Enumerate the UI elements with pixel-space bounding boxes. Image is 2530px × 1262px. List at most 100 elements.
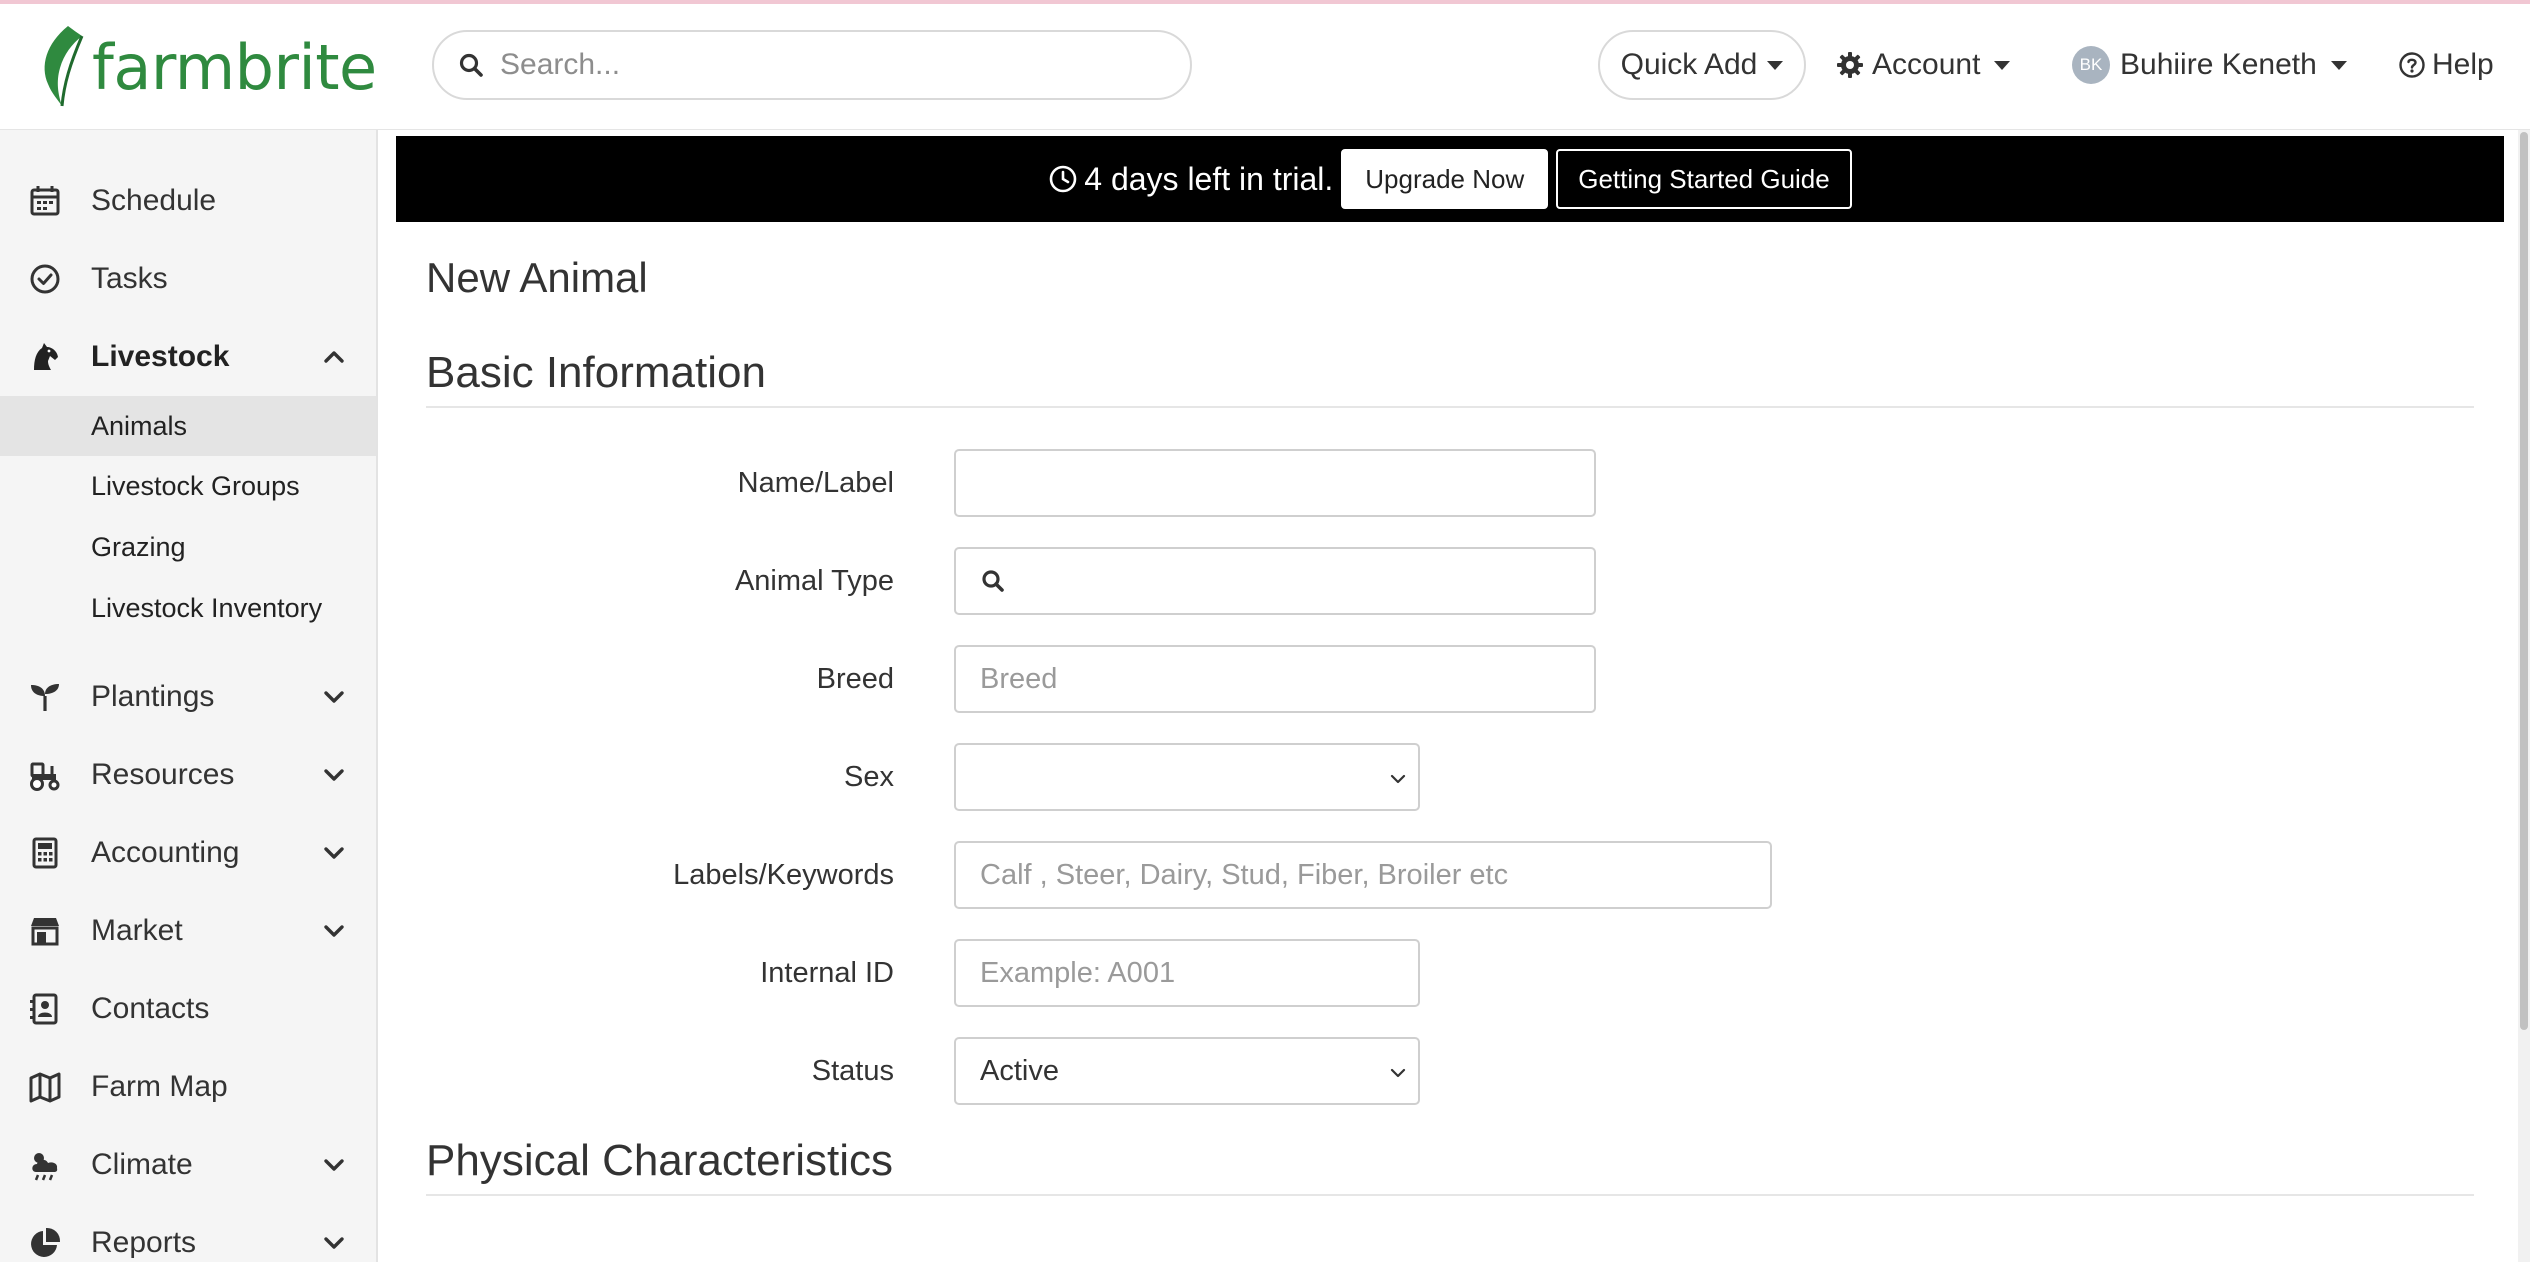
sidebar: Schedule Tasks Livestock Animals Livesto… xyxy=(0,130,378,1262)
name-label-field[interactable] xyxy=(954,449,1596,517)
page-scrollbar-thumb[interactable] xyxy=(2520,132,2528,1030)
quick-add-label: Quick Add xyxy=(1620,48,1758,81)
sidebar-item-label: Farm Map xyxy=(91,1070,228,1103)
sidebar-item-label: Tasks xyxy=(91,262,168,295)
address-book-icon xyxy=(28,992,62,1026)
chevron-up-icon xyxy=(324,351,344,363)
sidebar-subitem-livestock-groups[interactable]: Livestock Groups xyxy=(0,456,376,516)
upgrade-now-button[interactable]: Upgrade Now xyxy=(1341,149,1549,209)
search-icon xyxy=(982,570,1004,592)
tractor-icon xyxy=(28,758,62,792)
sidebar-subitem-label: Livestock Groups xyxy=(91,470,300,501)
sex-label: Sex xyxy=(844,761,894,793)
sidebar-subitem-label: Animals xyxy=(91,410,188,441)
help-label: Help xyxy=(2432,48,2494,81)
chevron-down-icon xyxy=(324,847,344,859)
sidebar-item-label: Livestock xyxy=(91,340,230,373)
breed-label: Breed xyxy=(816,663,894,695)
top-header: farmbrite Quick Add Accou xyxy=(0,4,2530,130)
search-icon xyxy=(459,53,483,77)
animal-type-label: Animal Type xyxy=(734,565,894,597)
chevron-down-icon xyxy=(324,1237,344,1249)
sidebar-item-label: Accounting xyxy=(91,836,240,869)
status-label: Status xyxy=(811,1055,894,1087)
user-menu[interactable]: BK Buhiire Keneth xyxy=(2072,30,2347,100)
name-label-label: Name/Label xyxy=(737,467,894,499)
sidebar-item-label: Resources xyxy=(91,758,235,791)
section-title-basic-information: Basic Information xyxy=(426,348,766,397)
chevron-down-icon xyxy=(1390,1068,1406,1078)
sidebar-subitem-livestock-inventory[interactable]: Livestock Inventory xyxy=(0,578,376,638)
leaf-logo-icon xyxy=(44,26,84,107)
sidebar-item-livestock[interactable]: Livestock xyxy=(0,318,376,396)
status-select[interactable]: Active xyxy=(954,1037,1420,1105)
avatar: BK xyxy=(2072,46,2110,84)
sidebar-item-label: Plantings xyxy=(91,680,215,713)
account-menu[interactable]: Account xyxy=(1836,30,2011,100)
labels-keywords-field[interactable]: Calf , Steer, Dairy, Stud, Fiber, Broile… xyxy=(954,841,1772,909)
sidebar-item-label: Schedule xyxy=(91,184,217,217)
chevron-down-icon xyxy=(324,925,344,937)
cloud-sun-rain-icon xyxy=(28,1148,62,1182)
map-icon xyxy=(28,1070,62,1104)
account-label: Account xyxy=(1872,48,1981,81)
chevron-down-icon xyxy=(1390,774,1406,784)
sidebar-item-tasks[interactable]: Tasks xyxy=(0,240,376,318)
getting-started-guide-button[interactable]: Getting Started Guide xyxy=(1556,149,1852,209)
status-value: Active xyxy=(980,1054,1059,1087)
sidebar-item-label: Market xyxy=(91,914,183,947)
internal-id-field[interactable]: Example: A001 xyxy=(954,939,1420,1007)
user-name: Buhiire Keneth xyxy=(2120,48,2317,81)
sidebar-item-plantings[interactable]: Plantings xyxy=(0,658,376,736)
sidebar-item-label: Climate xyxy=(91,1148,193,1181)
caret-down-icon xyxy=(1767,60,1784,70)
trial-banner: 4 days left in trial. Upgrade Now Gettin… xyxy=(396,136,2504,222)
sex-select[interactable] xyxy=(954,743,1420,811)
sidebar-item-farm-map[interactable]: Farm Map xyxy=(0,1048,376,1126)
labels-keywords-label: Labels/Keywords xyxy=(673,859,894,891)
calculator-icon xyxy=(28,836,62,870)
global-search[interactable] xyxy=(432,30,1192,100)
section-divider xyxy=(426,1194,2474,1196)
sidebar-item-resources[interactable]: Resources xyxy=(0,736,376,814)
sidebar-subitem-grazing[interactable]: Grazing xyxy=(0,517,376,577)
quick-add-button[interactable]: Quick Add xyxy=(1598,30,1806,100)
search-input[interactable] xyxy=(500,48,1140,82)
check-circle-icon xyxy=(28,262,62,296)
sidebar-item-label: Contacts xyxy=(91,992,210,1025)
sidebar-item-climate[interactable]: Climate xyxy=(0,1126,376,1204)
page-title: New Animal xyxy=(426,254,648,301)
store-icon xyxy=(28,914,62,948)
breed-field[interactable]: Breed xyxy=(954,645,1596,713)
help-link[interactable]: Help xyxy=(2398,30,2494,100)
sidebar-subitem-animals[interactable]: Animals xyxy=(0,396,376,456)
chevron-down-icon xyxy=(324,691,344,703)
seedling-icon xyxy=(28,680,62,714)
chart-pie-icon xyxy=(28,1226,62,1260)
sidebar-item-accounting[interactable]: Accounting xyxy=(0,814,376,892)
animal-type-field[interactable] xyxy=(954,547,1596,615)
sidebar-item-contacts[interactable]: Contacts xyxy=(0,970,376,1048)
sidebar-subitem-label: Grazing xyxy=(91,531,186,562)
sidebar-item-market[interactable]: Market xyxy=(0,892,376,970)
sidebar-item-reports[interactable]: Reports xyxy=(0,1204,376,1262)
sidebar-item-schedule[interactable]: Schedule xyxy=(0,162,376,240)
farmbrite-logo[interactable]: farmbrite xyxy=(38,24,377,110)
breed-placeholder: Breed xyxy=(980,662,1058,695)
section-title-physical-characteristics: Physical Characteristics xyxy=(426,1136,894,1185)
gear-icon xyxy=(1837,52,1863,78)
chevron-down-icon xyxy=(324,1159,344,1171)
internal-id-label: Internal ID xyxy=(760,957,894,989)
logo-text-farm: farm xyxy=(92,30,235,104)
labels-keywords-placeholder: Calf , Steer, Dairy, Stud, Fiber, Broile… xyxy=(980,858,1509,891)
caret-down-icon xyxy=(1994,60,2011,70)
chevron-down-icon xyxy=(324,769,344,781)
logo-text-brite: brite xyxy=(234,30,378,104)
internal-id-placeholder: Example: A001 xyxy=(980,956,1176,989)
trial-message: 4 days left in trial. xyxy=(1048,161,1333,198)
sidebar-item-label: Reports xyxy=(91,1226,197,1259)
logo-text: farmbrite xyxy=(92,31,377,104)
clock-icon xyxy=(1049,165,1077,193)
sidebar-subitem-label: Livestock Inventory xyxy=(91,592,323,623)
trial-text: 4 days left in trial. xyxy=(1084,160,1334,197)
